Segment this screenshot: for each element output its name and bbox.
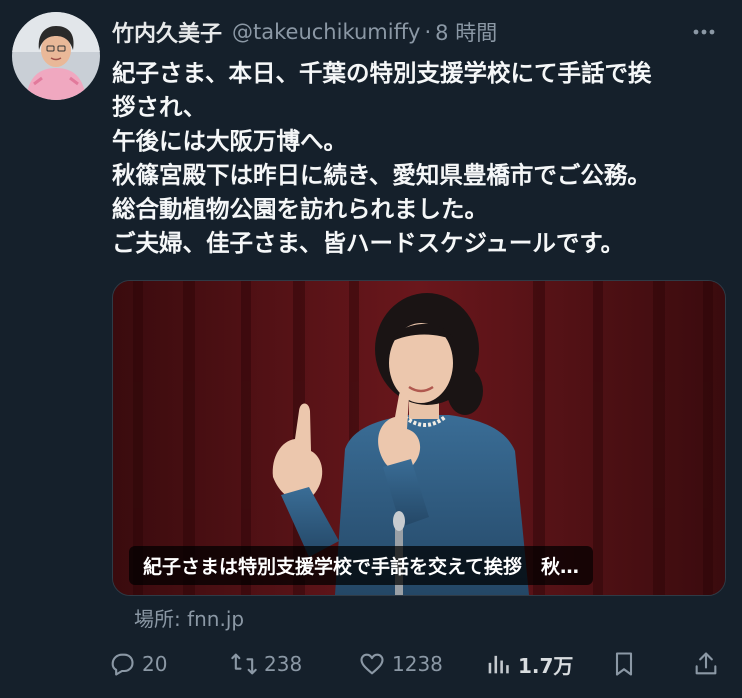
tweet-text: 紀子さま、本日、千葉の特別支援学校にて手話で挨 拶され、 午後には大阪万博へ。 … bbox=[112, 56, 732, 260]
more-icon[interactable] bbox=[690, 18, 718, 46]
heart-icon bbox=[360, 653, 384, 675]
like-count: 1238 bbox=[392, 652, 443, 676]
share-button[interactable] bbox=[692, 648, 720, 680]
bookmark-icon bbox=[615, 652, 633, 676]
reply-icon bbox=[111, 653, 134, 676]
tweet-header: 竹内久美子 @takeuchikumiffy · 8 時間 bbox=[112, 14, 732, 50]
view-count: 1.7万 bbox=[518, 653, 574, 678]
tweet-text-line: 午後には大阪万博へ。 bbox=[112, 127, 347, 155]
retweet-button[interactable]: 238 bbox=[230, 648, 302, 680]
media-caption: 紀子さまは特別支援学校で手話を交えて挨拶 秋… bbox=[129, 546, 594, 585]
reply-count: 20 bbox=[142, 652, 168, 676]
like-button[interactable]: 1238 bbox=[358, 648, 443, 680]
link-card-media[interactable]: 紀子さまは特別支援学校で手話を交えて挨拶 秋… bbox=[112, 280, 726, 596]
tweet-text-line: ご夫婦、佳子さま、皆ハードスケジュールです。 bbox=[112, 229, 625, 257]
views-icon bbox=[488, 655, 509, 674]
timestamp[interactable]: 8 時間 bbox=[435, 17, 497, 47]
reply-button[interactable]: 20 bbox=[108, 648, 167, 680]
separator-dot: · bbox=[424, 20, 432, 44]
action-bar: 20 238 1238 1.7万 bbox=[108, 648, 728, 680]
share-icon bbox=[695, 652, 717, 675]
bookmark-button[interactable] bbox=[610, 648, 638, 680]
user-handle[interactable]: @takeuchikumiffy bbox=[232, 20, 420, 44]
tweet[interactable]: 竹内久美子 @takeuchikumiffy · 8 時間 紀子さま、本日、千葉… bbox=[0, 0, 742, 698]
retweet-icon bbox=[231, 653, 257, 675]
retweet-count: 238 bbox=[264, 652, 303, 676]
tweet-text-line: 拶され、 bbox=[112, 93, 207, 121]
display-name[interactable]: 竹内久美子 bbox=[112, 16, 222, 48]
tweet-text-line: 紀子さま、本日、千葉の特別支援学校にて手話で挨 bbox=[112, 59, 652, 87]
avatar[interactable] bbox=[12, 12, 100, 100]
avatar-image bbox=[12, 12, 100, 100]
tweet-text-line: 秋篠宮殿下は昨日に続き、愛知県豊橋市でご公務。 bbox=[112, 161, 651, 189]
views-button[interactable]: 1.7万 bbox=[484, 648, 573, 680]
tweet-text-line: 総合動植物公園を訪れられました。 bbox=[112, 195, 488, 223]
link-source[interactable]: 場所: fnn.jp bbox=[134, 603, 244, 632]
